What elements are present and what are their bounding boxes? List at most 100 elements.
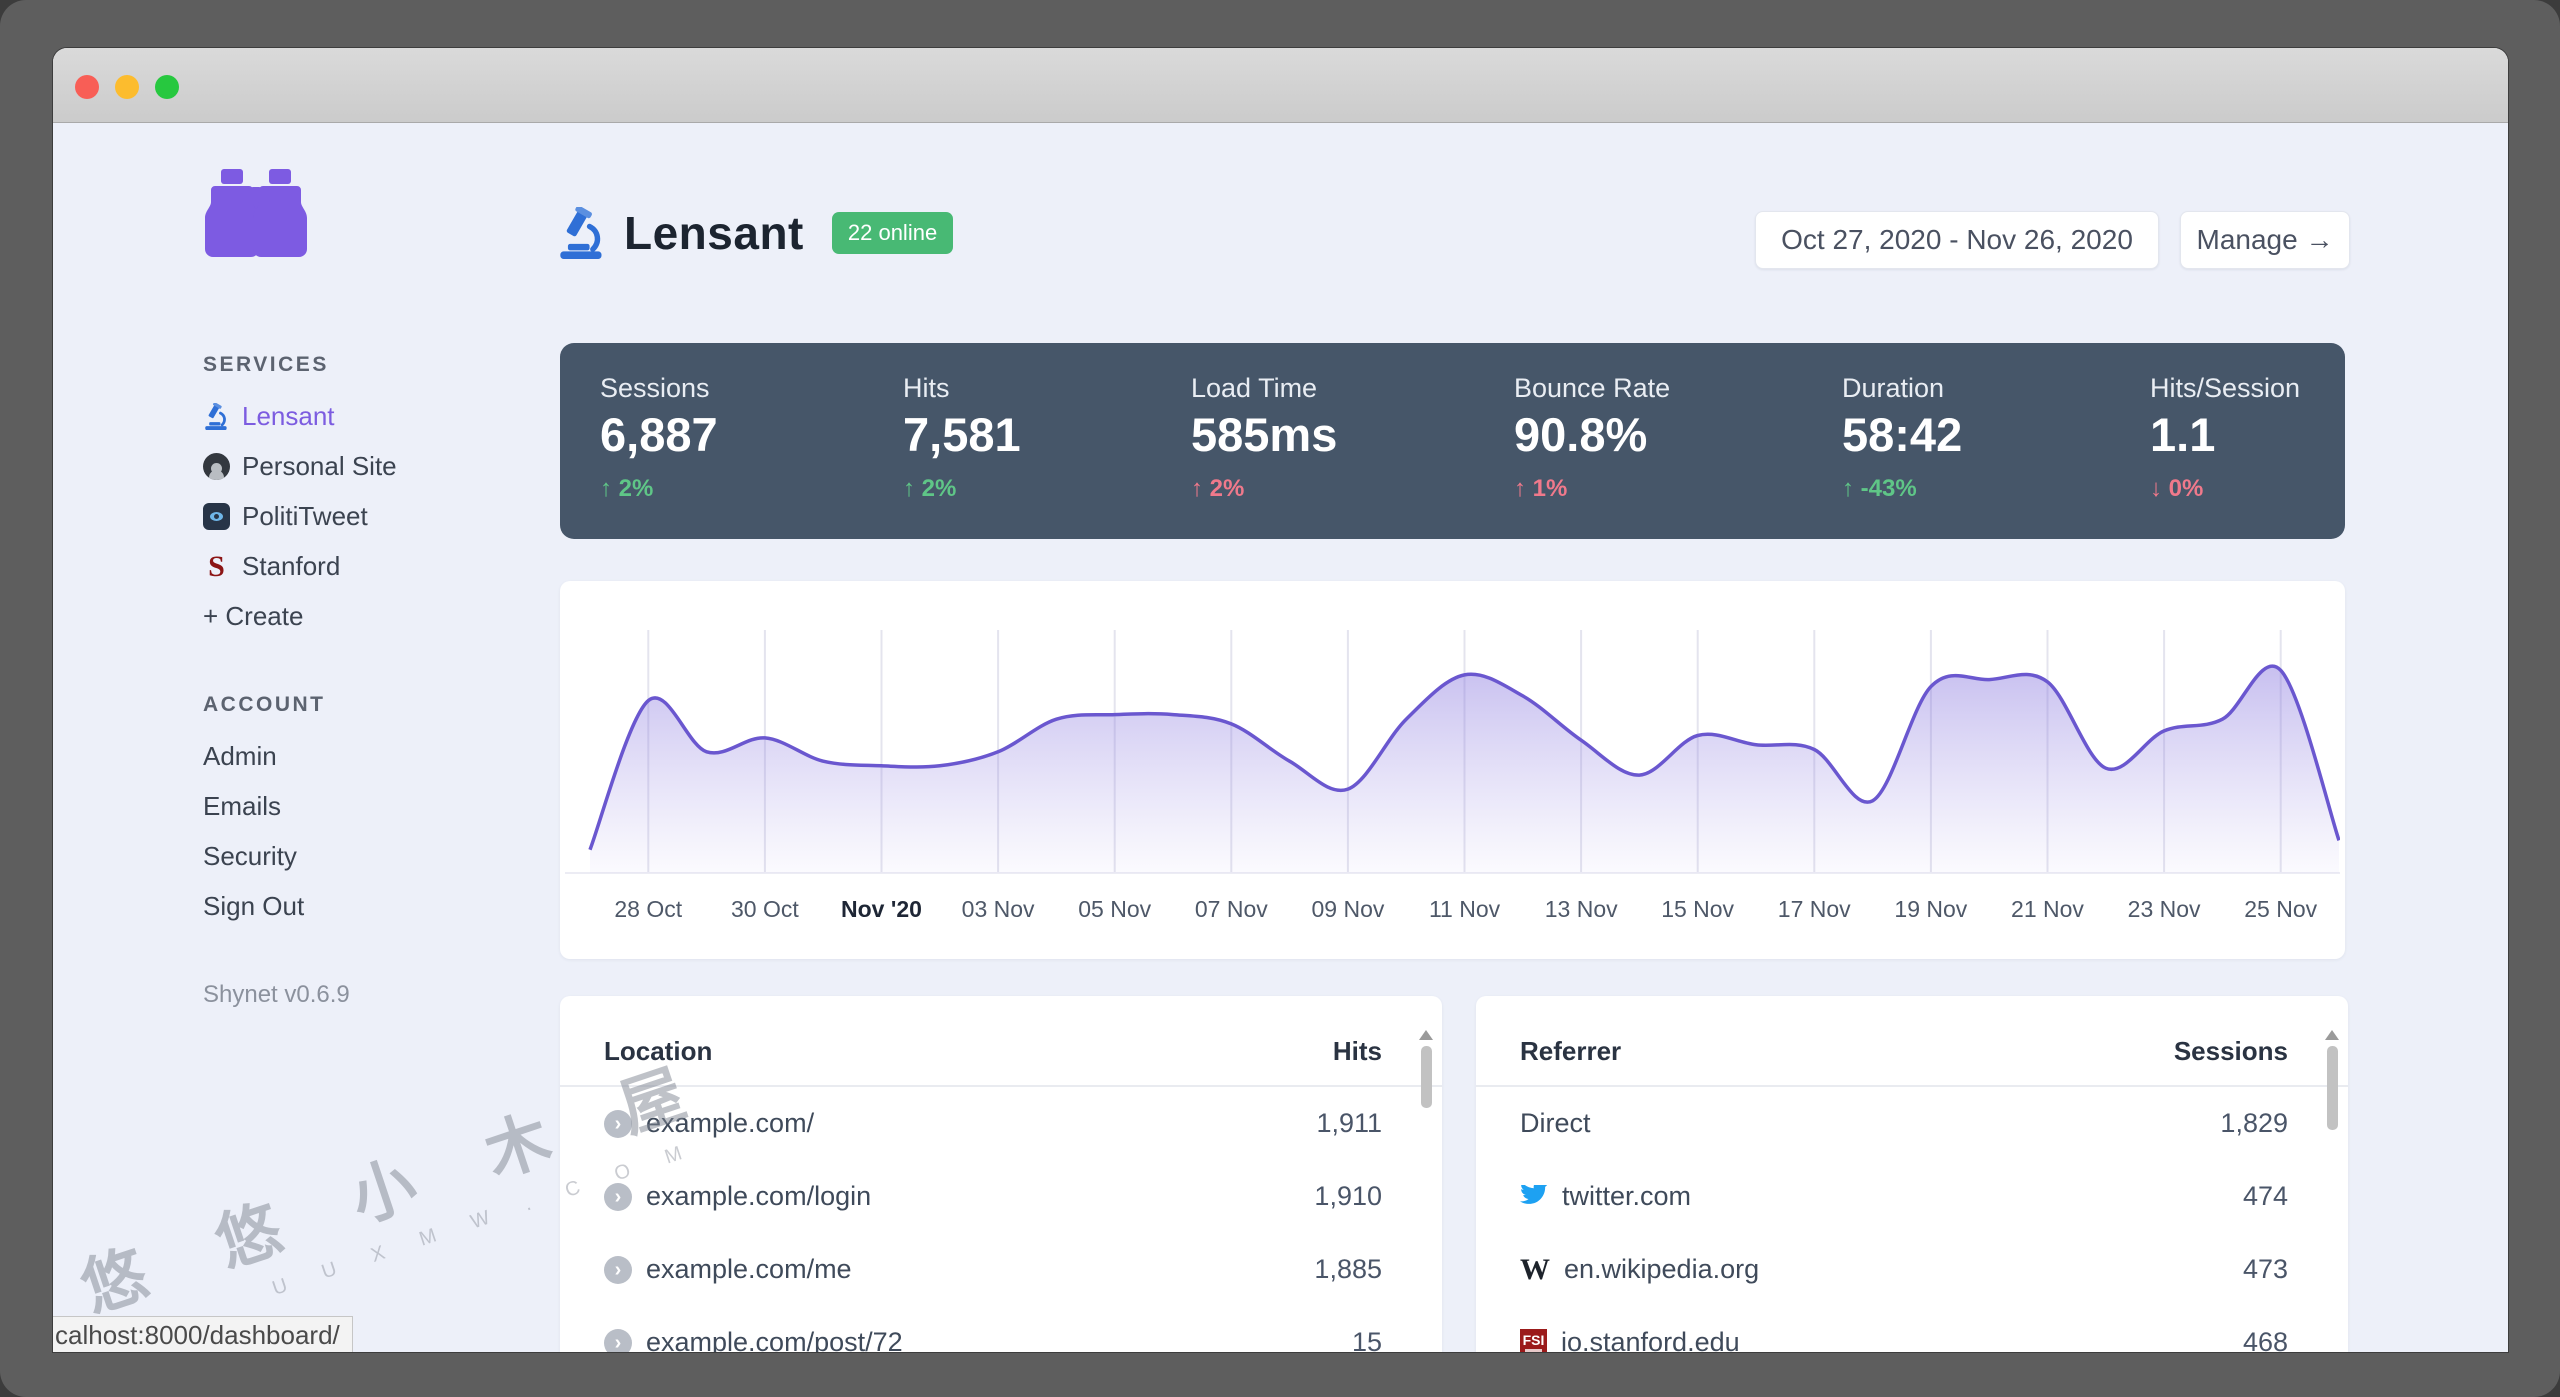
hits-value: 1,885: [1314, 1254, 1382, 1284]
table-row[interactable]: FSI io.stanford.edu 468: [1476, 1306, 2348, 1352]
chevron-circle-icon: ›: [604, 1328, 632, 1352]
sessions-column-header: Sessions: [2173, 1036, 2288, 1066]
x-axis-tick-label: Nov '20: [841, 896, 922, 922]
x-axis-tick-label: 07 Nov: [1194, 896, 1268, 922]
stat-value: 585ms: [1191, 408, 1338, 461]
sidebar-item-security[interactable]: Security: [203, 831, 543, 881]
referrer-label: io.stanford.edu: [1561, 1327, 1740, 1352]
sidebar-item-polititweet[interactable]: PolitiTweet: [203, 491, 543, 541]
x-axis-tick-label: 03 Nov: [961, 896, 1035, 922]
close-window-button[interactable]: [75, 75, 99, 99]
sidebar-item-stanford[interactable]: S Stanford: [203, 541, 543, 591]
table-row[interactable]: Direct 1,829: [1476, 1087, 2348, 1160]
account-list: Admin Emails Security Sign Out: [203, 731, 543, 931]
referrer-column-header: Referrer: [1520, 1036, 1622, 1066]
stat-delta: ↑ -43%: [1842, 475, 1917, 502]
x-axis-tick-label: 17 Nov: [1777, 896, 1851, 922]
screen-backdrop: SERVICES Lensant Personal Site PolitiTwe…: [0, 0, 2560, 1397]
stanford-s-favicon: S: [208, 549, 225, 583]
sidebar-item-create[interactable]: + Create: [203, 591, 543, 641]
x-axis-tick-label: 21 Nov: [2011, 896, 2084, 922]
x-axis-tick-label: 11 Nov: [1428, 896, 1501, 922]
referrer-label: en.wikipedia.org: [1564, 1254, 1760, 1284]
x-axis-tick-label: 05 Nov: [1078, 896, 1152, 922]
table-row[interactable]: › example.com/ 1,911: [560, 1087, 1442, 1160]
x-axis-tick-label: 25 Nov: [2244, 896, 2318, 922]
hits-value: 1,910: [1314, 1181, 1382, 1211]
stats-summary-bar: Sessions 6,887 ↑ 2% Hits 7,581 ↑ 2% Load…: [560, 343, 2345, 539]
sidebar-item-label: Sign Out: [203, 890, 305, 921]
sidebar: SERVICES Lensant Personal Site PolitiTwe…: [203, 169, 543, 1009]
sidebar-item-label: Admin: [203, 740, 277, 771]
stat-delta: ↑ 2%: [600, 475, 654, 502]
scrollbar-thumb[interactable]: [1420, 1046, 1432, 1108]
minimize-window-button[interactable]: [115, 75, 139, 99]
table-row[interactable]: › example.com/login 1,910: [560, 1160, 1442, 1233]
scrollbar-thumb[interactable]: [2326, 1046, 2338, 1130]
referrer-table-card: Referrer Sessions Direct 1,829 twitter.c…: [1476, 996, 2348, 1352]
stat-value: 90.8%: [1514, 408, 1648, 461]
sidebar-section-account: ACCOUNT: [203, 693, 326, 716]
x-axis-tick-label: 19 Nov: [1894, 896, 1968, 922]
traffic-area-chart-card: 28 Oct 30 Oct Nov '20 03 Nov 05 Nov 07 Nov 09 …: [560, 581, 2345, 959]
chevron-circle-icon: ›: [604, 1182, 632, 1211]
stat-delta: ↑ 1%: [1514, 475, 1568, 502]
services-list: Lensant Personal Site PolitiTweet S Stan…: [203, 391, 543, 641]
sidebar-item-admin[interactable]: Admin: [203, 731, 543, 781]
dashboard-content: SERVICES Lensant Personal Site PolitiTwe…: [53, 124, 2508, 1352]
manage-button[interactable]: Manage →: [2180, 211, 2350, 269]
x-axis-tick-label: 15 Nov: [1661, 896, 1735, 922]
stat-value: 58:42: [1842, 408, 1963, 461]
sessions-value: 468: [2242, 1327, 2288, 1352]
table-row[interactable]: twitter.com 474: [1476, 1160, 2348, 1233]
eye-favicon: [203, 502, 230, 530]
scroll-up-icon[interactable]: [2325, 1030, 2339, 1040]
x-axis-tick-label: 28 Oct: [614, 896, 683, 922]
app-window: SERVICES Lensant Personal Site PolitiTwe…: [53, 48, 2508, 1352]
location-table-scrollbar[interactable]: [1418, 1030, 1434, 1352]
stat-delta: ↓ 0%: [2150, 475, 2204, 502]
sidebar-item-label: Emails: [203, 790, 282, 821]
fsi-stanford-icon: FSI: [1520, 1329, 1547, 1352]
traffic-area-chart[interactable]: [565, 585, 2340, 885]
sidebar-item-emails[interactable]: Emails: [203, 781, 543, 831]
scroll-up-icon[interactable]: [1419, 1030, 1433, 1040]
x-axis-tick-label: 30 Oct: [730, 896, 799, 922]
referrer-label: Direct: [1520, 1108, 1591, 1138]
stat-label: Sessions: [600, 373, 710, 403]
hits-value: 1,911: [1316, 1108, 1382, 1138]
stat-label: Bounce Rate: [1514, 373, 1671, 403]
stat-value: 7,581: [903, 408, 1021, 461]
chart-x-axis-labels: 28 Oct 30 Oct Nov '20 03 Nov 05 Nov 07 Nov 09 …: [565, 896, 2340, 928]
sidebar-item-label: Personal Site: [242, 450, 397, 481]
sessions-value: 1,829: [2220, 1108, 2288, 1138]
stat-value: 1.1: [2150, 408, 2216, 461]
referrer-table-header: Referrer Sessions: [1476, 996, 2348, 1087]
online-count-badge: 22 online: [831, 212, 954, 254]
sidebar-item-sign-out[interactable]: Sign Out: [203, 881, 543, 931]
sidebar-item-label: Stanford: [242, 550, 341, 581]
stat-label: Hits: [903, 373, 950, 403]
table-row[interactable]: Wen.wikipedia.org 473: [1476, 1233, 2348, 1306]
sessions-value: 473: [2242, 1254, 2288, 1284]
sessions-value: 474: [2242, 1181, 2288, 1211]
sidebar-item-label: Lensant: [242, 400, 335, 431]
location-label: example.com/post/72: [646, 1327, 903, 1352]
table-row[interactable]: › example.com/me 1,885: [560, 1233, 1442, 1306]
sidebar-item-label: + Create: [203, 600, 304, 631]
sidebar-section-services: SERVICES: [203, 353, 329, 376]
x-axis-tick-label: 09 Nov: [1311, 896, 1385, 922]
x-axis-tick-label: 23 Nov: [2127, 896, 2201, 922]
sidebar-item-personal-site[interactable]: Personal Site: [203, 441, 543, 491]
window-titlebar[interactable]: [53, 48, 2508, 123]
date-range-picker[interactable]: Oct 27, 2020 - Nov 26, 2020: [1755, 211, 2159, 269]
wikipedia-w-icon: W: [1520, 1252, 1550, 1286]
location-table-card: Location Hits › example.com/ 1,911 › examp…: [560, 996, 1442, 1352]
app-version: Shynet v0.6.9: [203, 981, 350, 1008]
hits-column-header: Hits: [1332, 1036, 1382, 1066]
table-row[interactable]: › example.com/post/72 15: [560, 1306, 1442, 1352]
avatar-favicon: [203, 452, 230, 480]
referrer-table-scrollbar[interactable]: [2324, 1030, 2340, 1352]
zoom-window-button[interactable]: [155, 75, 179, 99]
sidebar-item-lensant[interactable]: Lensant: [203, 391, 543, 441]
